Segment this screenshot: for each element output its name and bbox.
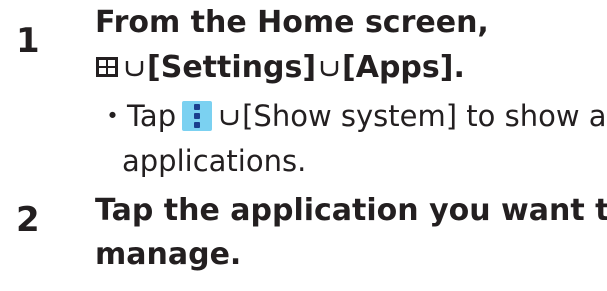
apps-label: [Apps]. — [342, 50, 465, 85]
note-action: [Show system] to show all — [242, 99, 607, 133]
step-number: 2 — [16, 200, 40, 240]
step-number: 1 — [16, 21, 40, 61]
step-1-note-continued: applications. — [122, 144, 307, 178]
step-1-instruction-line-2: [Settings] [Apps]. — [95, 53, 465, 83]
note-tap: Tap — [127, 99, 177, 133]
step-2-instruction-line-2: manage. — [95, 237, 242, 272]
flow-arrow-icon — [320, 60, 339, 77]
note-bullet: ・ — [98, 99, 128, 133]
flow-arrow-icon — [125, 60, 144, 77]
step-1-instruction-line-1: From the Home screen, — [95, 5, 489, 40]
step-1-note: ・Tap [Show system] to show all — [98, 101, 607, 131]
flow-arrow-icon — [220, 109, 239, 126]
apps-grid-icon — [95, 56, 119, 78]
settings-label: [Settings] — [147, 50, 317, 85]
menu-dots-icon — [182, 101, 213, 131]
step-2-instruction-line-1: Tap the application you want to — [95, 193, 607, 228]
